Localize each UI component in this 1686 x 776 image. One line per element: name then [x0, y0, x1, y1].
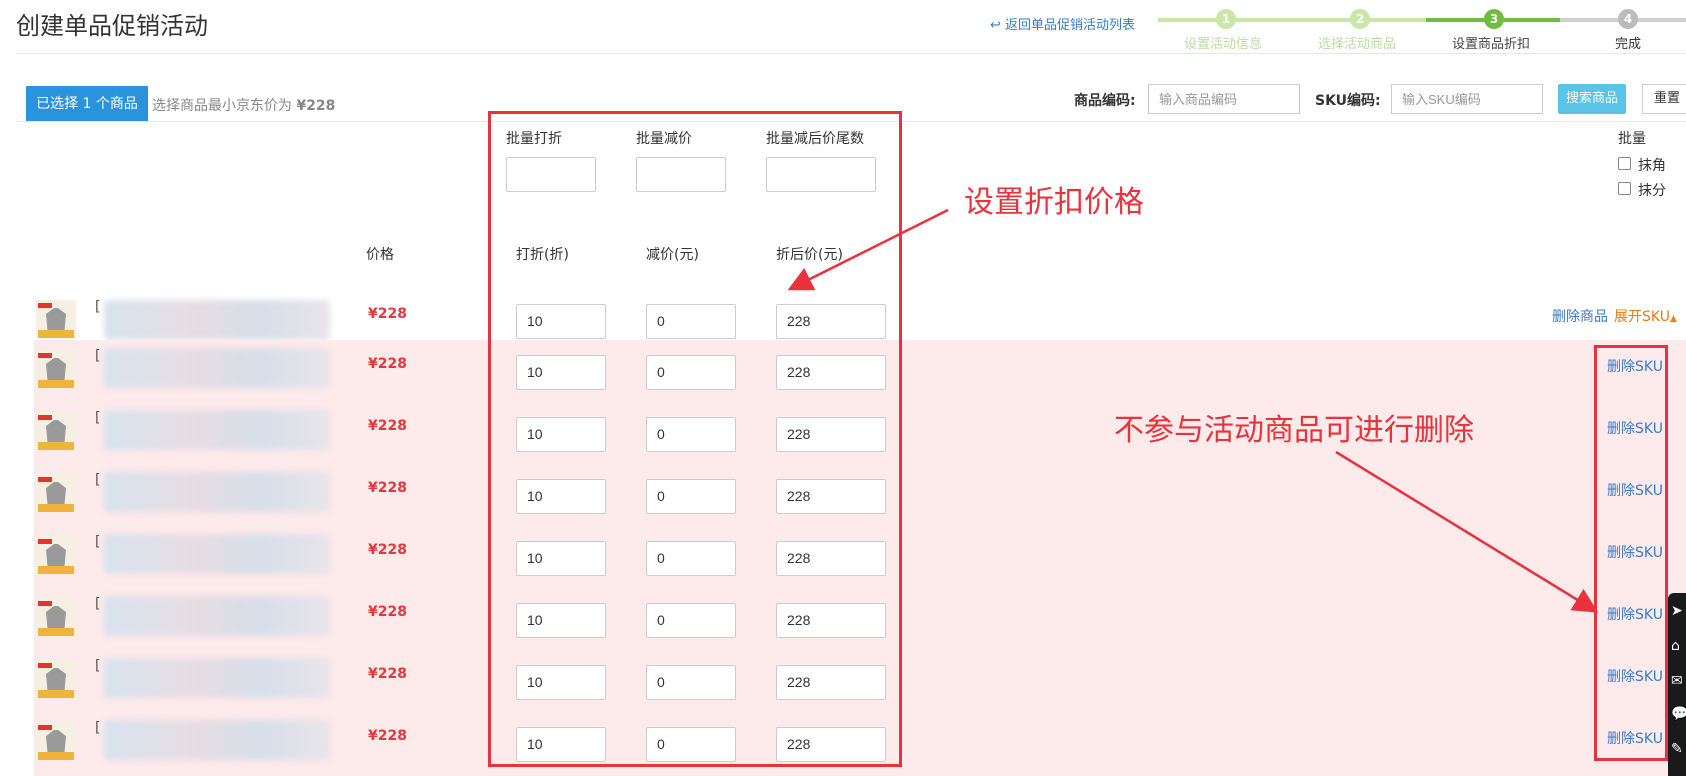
mail-icon[interactable]: ✉	[1671, 673, 1683, 689]
share-icon[interactable]: ➤	[1671, 603, 1683, 619]
arrow-to-discount-columns	[787, 208, 949, 291]
arrow-to-delete-sku	[1335, 450, 1599, 613]
home-icon[interactable]: ⌂	[1671, 638, 1680, 654]
annotation-arrows	[787, 208, 1599, 613]
chat-icon[interactable]: 💬	[1671, 706, 1686, 722]
edit-icon[interactable]: ✎	[1671, 741, 1683, 757]
